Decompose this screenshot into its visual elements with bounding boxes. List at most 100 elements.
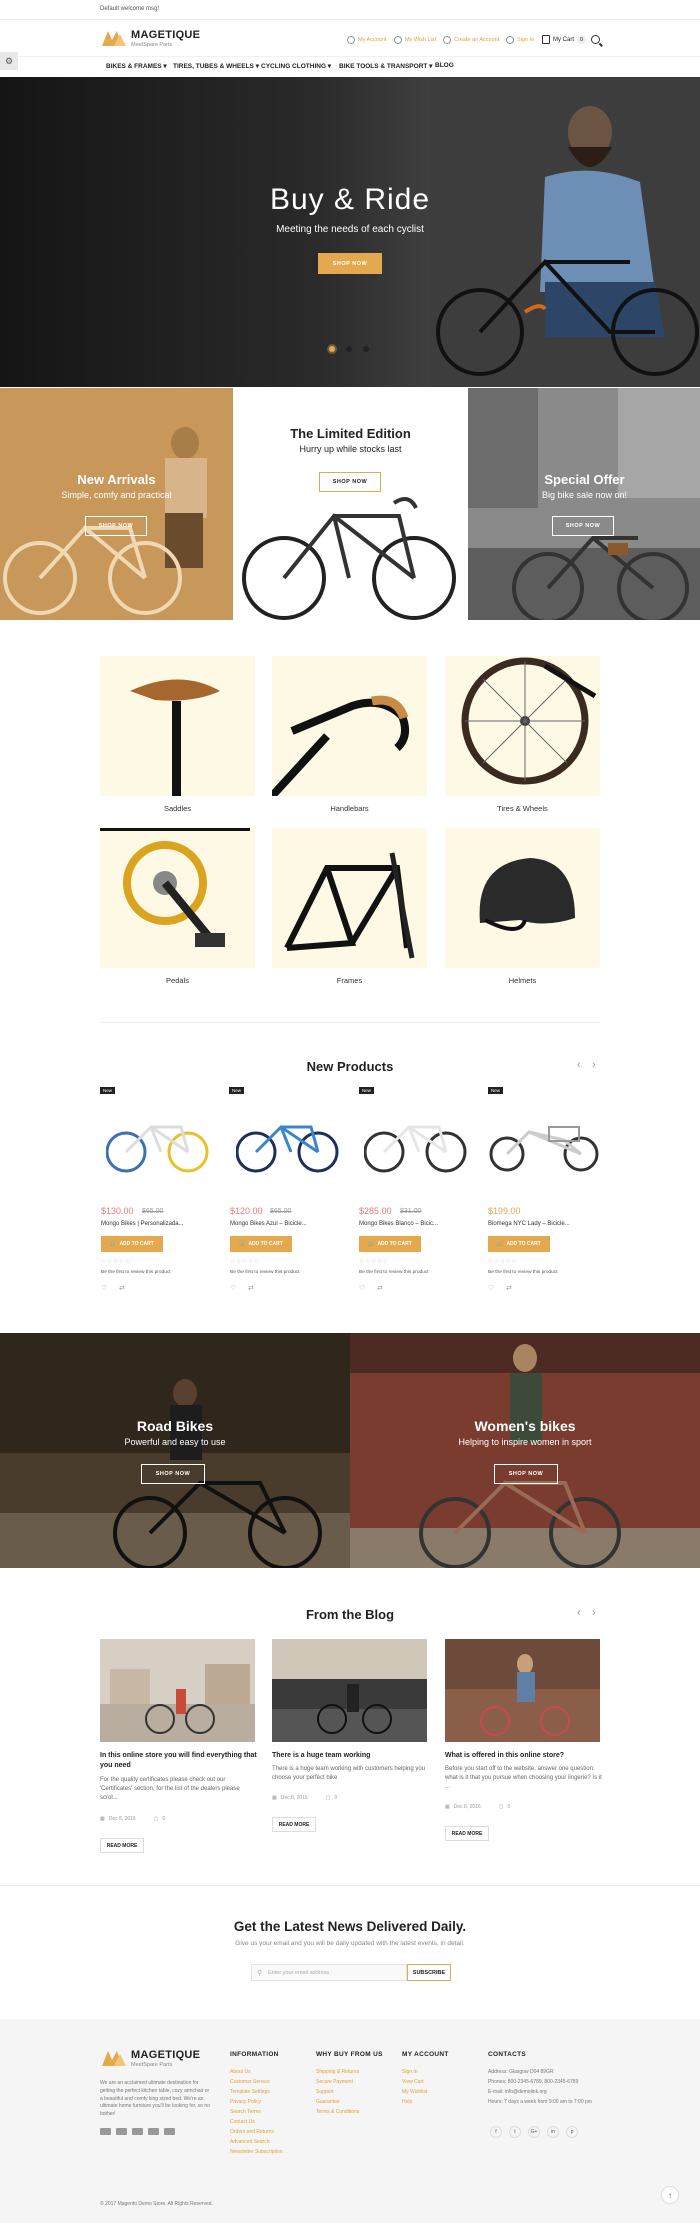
footer-link[interactable]: My Wishlist (402, 2089, 427, 2095)
category-handlebars-image[interactable] (272, 656, 427, 796)
footer-link[interactable]: About Us (230, 2069, 283, 2075)
slider-dot-1[interactable] (329, 346, 335, 352)
footer-link[interactable]: Advanced Search (230, 2139, 283, 2145)
pinterest-icon[interactable]: p (566, 2126, 578, 2138)
footer-link[interactable]: Terms & Conditions (316, 2109, 359, 2115)
add-to-cart-button[interactable]: 🛒 ADD TO CART (359, 1236, 421, 1252)
footer-link[interactable]: Help (402, 2099, 427, 2105)
compare-icon[interactable]: ⇄ (377, 1284, 383, 1292)
category-frames-image[interactable] (272, 828, 427, 968)
blog-post-image[interactable] (445, 1639, 600, 1742)
blog-next-arrow-icon[interactable]: › (592, 1607, 596, 1619)
blog-post-image[interactable] (100, 1639, 255, 1742)
logo-icon[interactable] (100, 28, 128, 48)
footer-link[interactable]: Shipping & Returns (316, 2069, 359, 2075)
footer-link[interactable]: Guarantee (316, 2099, 359, 2105)
nav-bike-tools-transport[interactable]: BIKE TOOLS & TRANSPORT ▾ (339, 62, 432, 70)
product-name[interactable]: Mongo Bikes Azul – Bicicle... (230, 1221, 307, 1227)
products-prev-arrow-icon[interactable]: ‹ (577, 1059, 581, 1071)
product-name[interactable]: Mongo Bikes | Personalizada... (101, 1221, 184, 1227)
blog-post-title[interactable]: What is offered in this online store? (445, 1751, 603, 1761)
review-link[interactable]: Be the first to review this product (359, 1270, 429, 1275)
womens-bikes-shop-now-button[interactable]: SHOP NOW (494, 1464, 558, 1484)
promo-new-arrivals-button[interactable]: SHOP NOW (85, 516, 147, 536)
read-more-button[interactable]: READ MORE (272, 1817, 316, 1832)
compare-icon[interactable]: ⇄ (248, 1284, 254, 1292)
settings-gear-icon[interactable]: ⚙ (0, 52, 18, 70)
slider-dot-3[interactable] (363, 346, 369, 352)
blog-post-title[interactable]: There is a huge team working (272, 1751, 430, 1761)
promo-new-arrivals[interactable] (0, 388, 233, 620)
footer-link[interactable]: Search Terms (230, 2109, 283, 2115)
footer-link[interactable]: Contact Us (230, 2119, 283, 2125)
category-frames[interactable]: Frames (272, 976, 427, 985)
wishlist-heart-icon[interactable]: ♡ (230, 1284, 236, 1292)
contact-email[interactable]: E-mail: info@demolink.org (488, 2089, 600, 2095)
category-saddles[interactable]: Saddles (100, 804, 255, 813)
product-image[interactable] (236, 1112, 340, 1177)
create-account-link[interactable]: Create an Account (443, 36, 499, 44)
category-tires-wheels[interactable]: Tires & Wheels (445, 804, 600, 813)
footer-logo-icon[interactable] (100, 2048, 128, 2068)
promo-special-offer-button[interactable]: SHOP NOW (552, 516, 614, 536)
read-more-button[interactable]: READ MORE (100, 1838, 144, 1853)
womens-bikes-banner[interactable] (350, 1333, 700, 1568)
linkedin-icon[interactable]: in (547, 2126, 559, 2138)
nav-blog[interactable]: BLOG (435, 62, 454, 69)
review-link[interactable]: Be the first to review this product (488, 1270, 558, 1275)
blog-post-title[interactable]: In this online store you will find every… (100, 1751, 258, 1771)
wishlist-link[interactable]: My Wish List (394, 36, 436, 44)
wishlist-heart-icon[interactable]: ♡ (488, 1284, 494, 1292)
category-pedals[interactable]: Pedals (100, 976, 255, 985)
add-to-cart-button[interactable]: 🛒 ADD TO CART (488, 1236, 550, 1252)
footer-link[interactable]: Sign In (402, 2069, 427, 2075)
promo-limited-edition-button[interactable]: SHOP NOW (319, 472, 381, 492)
footer-logo-name[interactable]: MAGETIQUE (131, 2049, 200, 2061)
compare-icon[interactable]: ⇄ (506, 1284, 512, 1292)
newsletter-email-input[interactable]: ⚲ Enter your email address (251, 1964, 407, 1981)
search-icon[interactable] (591, 35, 600, 44)
footer-link[interactable]: Template Settings (230, 2089, 283, 2095)
road-bikes-banner[interactable] (0, 1333, 350, 1568)
read-more-button[interactable]: READ MORE (445, 1826, 489, 1841)
wishlist-heart-icon[interactable]: ♡ (101, 1284, 107, 1292)
product-image[interactable] (364, 1112, 468, 1177)
product-image[interactable] (106, 1112, 210, 1177)
category-handlebars[interactable]: Handlebars (272, 804, 427, 813)
sign-in-link[interactable]: Sign In (506, 36, 534, 44)
footer-link[interactable]: Secure Payment (316, 2079, 359, 2085)
promo-special-offer[interactable] (468, 388, 700, 620)
slider-dot-2[interactable] (346, 346, 352, 352)
google-plus-icon[interactable]: G+ (528, 2126, 540, 2138)
wishlist-heart-icon[interactable]: ♡ (359, 1284, 365, 1292)
hero-shop-now-button[interactable]: SHOP NOW (318, 253, 382, 274)
road-bikes-shop-now-button[interactable]: SHOP NOW (141, 1464, 205, 1484)
nav-tires-tubes-wheels[interactable]: TIRES, TUBES & WHEELS ▾ (173, 62, 259, 70)
promo-limited-edition[interactable] (234, 388, 467, 620)
review-link[interactable]: Be the first to review this product (101, 1270, 171, 1275)
category-helmets-image[interactable] (445, 828, 600, 968)
blog-post-image[interactable] (272, 1639, 427, 1742)
product-name[interactable]: Biomega NYC Lady – Bicicle... (488, 1221, 570, 1227)
category-pedals-image[interactable] (100, 828, 255, 968)
footer-link[interactable]: Privacy Policy (230, 2099, 283, 2105)
back-to-top-arrow-icon[interactable]: ↑ (661, 2186, 679, 2204)
add-to-cart-button[interactable]: 🛒 ADD TO CART (101, 1236, 163, 1252)
footer-link[interactable]: Support (316, 2089, 359, 2095)
footer-link[interactable]: Newsletter Subscription (230, 2149, 283, 2155)
product-name[interactable]: Mongo Bikes Blanco – Bicic... (359, 1221, 438, 1227)
add-to-cart-button[interactable]: 🛒 ADD TO CART (230, 1236, 292, 1252)
footer-link[interactable]: Orders and Returns (230, 2129, 283, 2135)
compare-icon[interactable]: ⇄ (119, 1284, 125, 1292)
footer-link[interactable]: View Cart (402, 2079, 427, 2085)
subscribe-button[interactable]: SUBSCRIBE (407, 1964, 451, 1981)
mini-cart[interactable]: My Cart 0 (542, 35, 586, 44)
footer-link[interactable]: Customer Service (230, 2079, 283, 2085)
logo-name[interactable]: MAGETIQUE (131, 29, 200, 41)
nav-bikes-frames[interactable]: BIKES & FRAMES ▾ (106, 62, 167, 70)
my-account-link[interactable]: My Account (347, 36, 386, 44)
products-next-arrow-icon[interactable]: › (592, 1059, 596, 1071)
facebook-icon[interactable]: f (490, 2126, 502, 2138)
blog-prev-arrow-icon[interactable]: ‹ (577, 1607, 581, 1619)
review-link[interactable]: Be the first to review this product (230, 1270, 300, 1275)
